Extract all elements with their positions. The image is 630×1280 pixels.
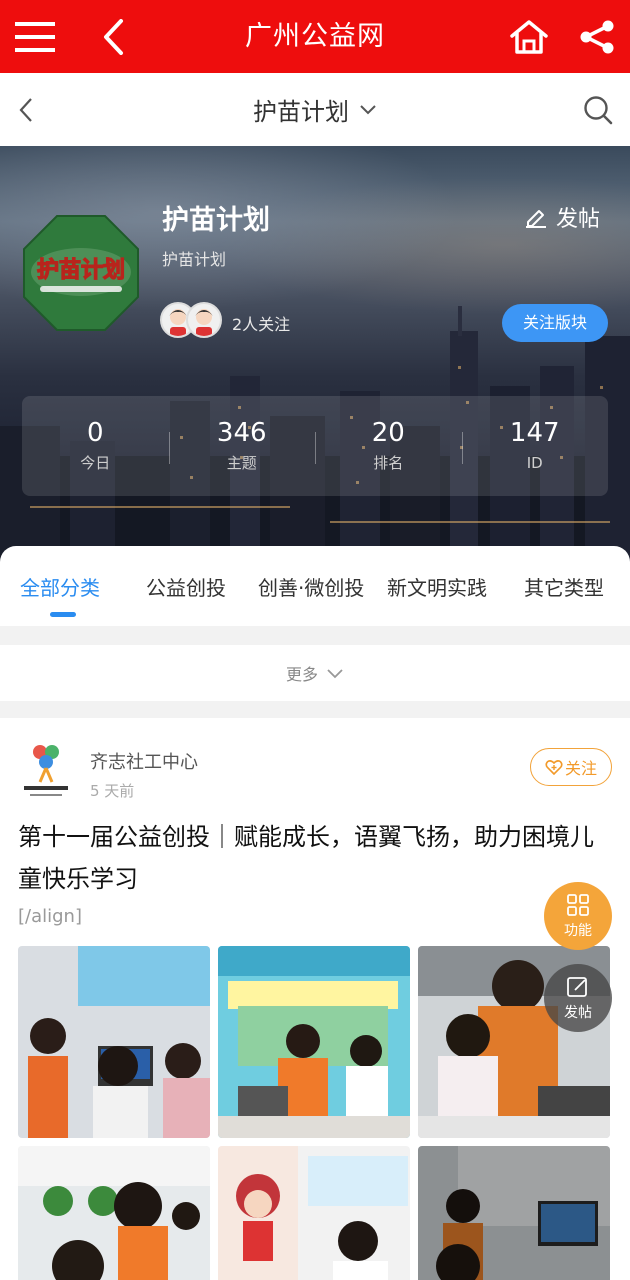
- stat-rank: 20 排名: [315, 396, 462, 496]
- board-banner: 护苗计划 护苗计划 护苗计划 发帖 2人关注 关注版块 0 今日 346 主题 …: [0, 146, 630, 566]
- stat-value: 20: [371, 418, 405, 448]
- follow-author-label: 关注: [564, 759, 597, 778]
- new-post-fab-label: 发帖: [564, 1004, 592, 1021]
- post-excerpt: [/align]: [18, 906, 82, 927]
- board-description: 护苗计划: [162, 250, 227, 269]
- post-photo[interactable]: ··· 7: [418, 1146, 610, 1280]
- edit-icon: [525, 210, 546, 228]
- tab-micro-venture[interactable]: 创善·微创投: [258, 572, 364, 601]
- menu-icon[interactable]: [0, 0, 70, 73]
- board-selector[interactable]: 护苗计划: [0, 73, 630, 146]
- avatar: [186, 302, 222, 338]
- stat-label: ID: [526, 454, 543, 472]
- search-icon[interactable]: [578, 73, 618, 146]
- heart-plus-icon: [545, 760, 563, 775]
- post-photo[interactable]: [18, 946, 210, 1138]
- category-tabs: 全部分类 公益创投 创善·微创投 新文明实践 其它类型: [0, 546, 630, 626]
- tab-civilization-practice[interactable]: 新文明实践: [387, 572, 487, 601]
- board-title: 护苗计划: [162, 205, 270, 236]
- function-fab-label: 功能: [564, 922, 592, 939]
- post-button[interactable]: 发帖: [524, 201, 600, 233]
- stat-value: 0: [86, 418, 104, 448]
- share-icon[interactable]: [562, 0, 630, 73]
- post-card[interactable]: 齐志社工中心 5 天前 关注 第十一届公益创投｜赋能成长，语翼飞扬，助力困境儿童…: [0, 718, 630, 1280]
- compose-icon: [567, 976, 587, 997]
- stat-value: 147: [509, 418, 560, 448]
- back-icon[interactable]: [78, 0, 148, 73]
- function-fab[interactable]: 功能: [544, 882, 612, 950]
- chevron-down-icon: [360, 104, 376, 114]
- stat-label: 排名: [373, 454, 404, 472]
- post-time: 5 天前: [90, 782, 135, 800]
- more-categories-button[interactable]: 更多: [0, 645, 630, 701]
- follow-board-button[interactable]: 关注版块: [502, 304, 608, 342]
- grid-icon: [567, 893, 589, 916]
- stat-value: 346: [216, 418, 267, 448]
- tab-other-types[interactable]: 其它类型: [524, 572, 604, 601]
- board-logo: 护苗计划: [23, 215, 139, 331]
- board-switcher-bar: 护苗计划: [0, 73, 630, 146]
- logo-text: 护苗计划: [37, 258, 125, 283]
- follower-avatars[interactable]: [160, 302, 224, 340]
- author-avatar[interactable]: [20, 738, 72, 802]
- more-label: 更多: [285, 665, 318, 684]
- stat-topics: 346 主题: [168, 396, 316, 496]
- chevron-down-icon: [327, 668, 343, 678]
- post-photo[interactable]: [18, 1146, 210, 1280]
- active-tab-indicator: [50, 612, 76, 617]
- post-photo[interactable]: [218, 946, 410, 1138]
- stat-today: 0 今日: [22, 396, 169, 496]
- post-button-label: 发帖: [555, 207, 600, 232]
- follow-author-button[interactable]: 关注: [530, 748, 612, 786]
- author-name[interactable]: 齐志社工中心: [90, 748, 198, 774]
- board-selector-label: 护苗计划: [253, 98, 349, 126]
- tab-all[interactable]: 全部分类: [20, 572, 100, 601]
- follower-count: 2人关注: [232, 315, 291, 334]
- new-post-fab[interactable]: 发帖: [544, 964, 612, 1032]
- board-stats: 0 今日 346 主题 20 排名 147 ID: [22, 396, 608, 496]
- stat-label: 主题: [226, 454, 257, 472]
- post-title[interactable]: 第十一届公益创投｜赋能成长，语翼飞扬，助力困境儿童快乐学习: [18, 816, 613, 900]
- app-header: 广州公益网: [0, 0, 630, 73]
- stat-id: 147 ID: [461, 396, 609, 496]
- stat-label: 今日: [80, 454, 111, 472]
- home-icon[interactable]: [494, 0, 564, 73]
- post-photo[interactable]: [218, 1146, 410, 1280]
- tab-public-welfare-venture[interactable]: 公益创投: [146, 572, 226, 601]
